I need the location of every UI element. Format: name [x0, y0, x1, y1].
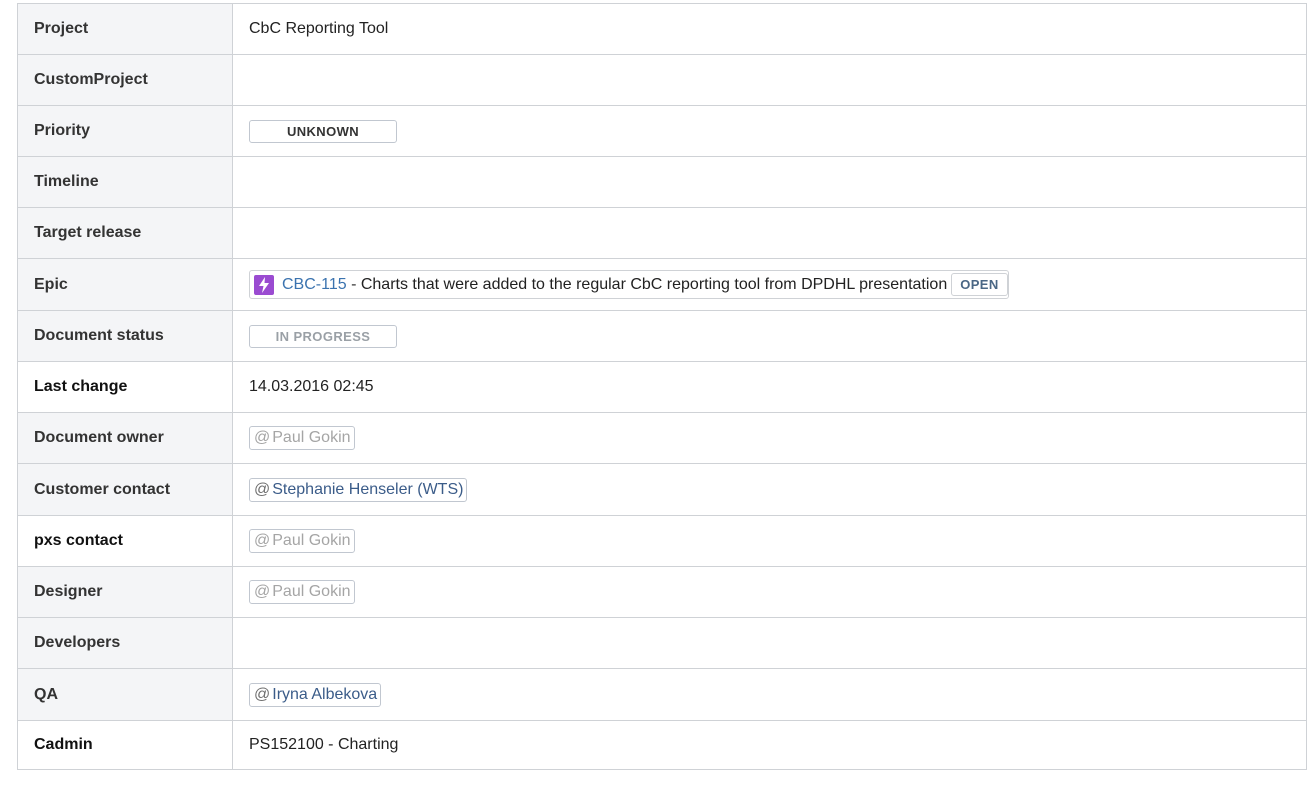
epic-issue-key-link[interactable]: CBC-115	[282, 276, 347, 294]
pxs-contact-value: @ Paul Gokin	[232, 515, 1307, 567]
target-release-value	[232, 207, 1307, 259]
table-row: Designer @ Paul Gokin	[17, 566, 1307, 618]
user-mention-customer-contact[interactable]: @ Stephanie Henseler (WTS)	[249, 477, 468, 502]
user-mention-designer[interactable]: @ Paul Gokin	[249, 580, 355, 604]
table-row: Developers	[17, 617, 1307, 669]
table-row: pxs contact @ Paul Gokin	[17, 515, 1307, 567]
row-label: Priority	[17, 105, 233, 157]
at-icon: @	[254, 429, 271, 446]
row-label: Developers	[17, 617, 233, 669]
table-row: Priority UNKNOWN	[17, 105, 1307, 157]
table-row: Target release	[17, 207, 1307, 259]
last-change-value: 14.03.2016 02:45	[232, 361, 1307, 413]
epic-summary: Charts that were added to the regular Cb…	[360, 275, 948, 293]
table-row: QA @ Iryna Albekova	[17, 668, 1307, 721]
user-name: Iryna Albekova	[272, 685, 378, 703]
epic-value: CBC-115 - Charts that were added to the …	[232, 258, 1307, 311]
row-label: Timeline	[17, 156, 233, 208]
page-properties: Project CbC Reporting Tool CustomProject…	[17, 3, 1308, 770]
table-row: CustomProject	[17, 54, 1307, 106]
at-icon: @	[254, 532, 271, 549]
priority-status-lozenge: UNKNOWN	[249, 119, 397, 143]
properties-table: Project CbC Reporting Tool CustomProject…	[17, 3, 1307, 770]
at-icon: @	[254, 685, 271, 703]
timeline-value	[232, 156, 1307, 208]
user-mention-pxs-contact[interactable]: @ Paul Gokin	[249, 529, 355, 553]
row-label: QA	[17, 668, 233, 721]
row-label: Customer contact	[17, 463, 233, 516]
document-status-lozenge: IN PROGRESS	[249, 324, 397, 348]
designer-value: @ Paul Gokin	[232, 566, 1307, 618]
row-label: Target release	[17, 207, 233, 259]
jira-issue-macro[interactable]: CBC-115 - Charts that were added to the …	[249, 270, 1009, 299]
row-label: Project	[17, 3, 233, 55]
row-label: Epic	[17, 258, 233, 311]
row-label: Designer	[17, 566, 233, 618]
customer-contact-value: @ Stephanie Henseler (WTS)	[232, 463, 1307, 516]
document-status-value: IN PROGRESS	[232, 310, 1307, 362]
user-mention-qa[interactable]: @ Iryna Albekova	[249, 682, 382, 707]
at-icon: @	[254, 480, 271, 498]
epic-lightning-icon	[254, 274, 274, 295]
user-name: Paul Gokin	[272, 532, 351, 549]
row-label: Last change	[17, 361, 233, 413]
document-owner-value: @ Paul Gokin	[232, 412, 1307, 464]
at-icon: @	[254, 583, 271, 600]
user-name: Paul Gokin	[272, 429, 351, 446]
cadmin-value: PS152100 - Charting	[232, 720, 1307, 770]
table-row: Last change 14.03.2016 02:45	[17, 361, 1307, 413]
user-name: Stephanie Henseler (WTS)	[272, 480, 464, 498]
table-row: Epic CBC-115 - Charts that were added to…	[17, 258, 1307, 311]
table-row: Customer contact @ Stephanie Henseler (WT…	[17, 463, 1307, 516]
qa-value: @ Iryna Albekova	[232, 668, 1307, 721]
row-label: CustomProject	[17, 54, 233, 106]
table-row: Cadmin PS152100 - Charting	[17, 720, 1307, 770]
priority-value: UNKNOWN	[232, 105, 1307, 157]
user-mention-document-owner[interactable]: @ Paul Gokin	[249, 426, 355, 450]
project-value: CbC Reporting Tool	[232, 3, 1307, 55]
epic-status-lozenge: OPEN	[951, 273, 1008, 296]
row-label: pxs contact	[17, 515, 233, 567]
table-row: Timeline	[17, 156, 1307, 208]
user-name: Paul Gokin	[272, 583, 351, 600]
row-label: Document status	[17, 310, 233, 362]
custom-project-value	[232, 54, 1307, 106]
table-row: Document owner @ Paul Gokin	[17, 412, 1307, 464]
row-label: Cadmin	[17, 720, 233, 770]
table-row: Document status IN PROGRESS	[17, 310, 1307, 362]
row-label: Document owner	[17, 412, 233, 464]
developers-value	[232, 617, 1307, 669]
table-row: Project CbC Reporting Tool	[17, 3, 1307, 55]
epic-separator: -	[346, 275, 361, 293]
